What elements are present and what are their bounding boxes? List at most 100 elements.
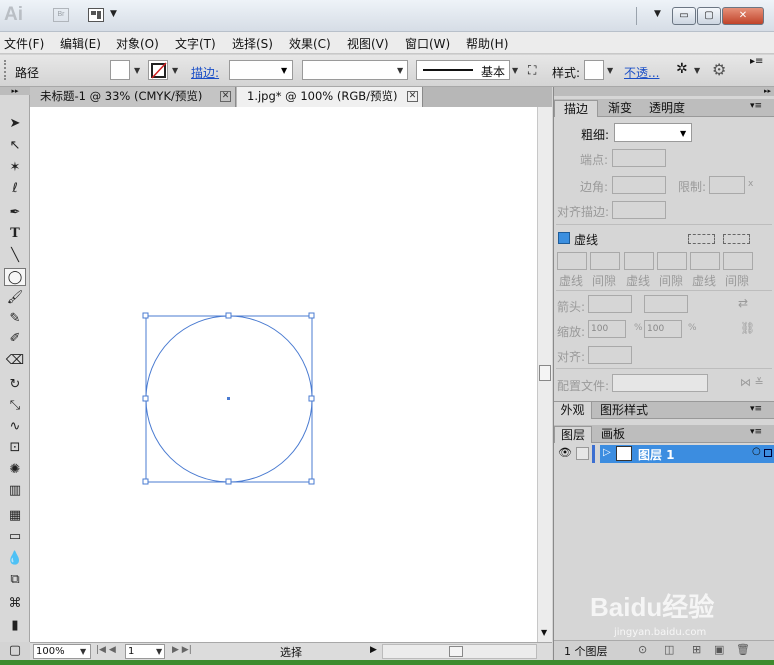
gap-field-1[interactable] — [590, 252, 620, 270]
vertical-scrollbar[interactable]: ▼ — [537, 107, 552, 642]
tab-graphic-styles[interactable]: 图形样式 — [594, 402, 654, 419]
tools-collapse-icon[interactable]: ▸▸ — [0, 87, 30, 95]
selected-ellipse[interactable] — [30, 107, 537, 642]
new-layer-icon[interactable]: ▣ — [714, 643, 724, 656]
gap-field-2[interactable] — [657, 252, 687, 270]
pencil-icon[interactable]: ✎ — [4, 310, 26, 328]
stroke-swatch[interactable] — [148, 60, 168, 80]
graph-tool-icon[interactable]: ▥ — [4, 482, 26, 500]
tab-layers[interactable]: 图层 — [554, 426, 592, 443]
menu-file[interactable]: 文件(F) — [4, 35, 44, 52]
arrow-align-buttons[interactable] — [588, 346, 632, 364]
brush-dropdown-icon[interactable]: ▼ — [512, 66, 518, 75]
workspace-dropdown-icon[interactable]: ▼ — [654, 9, 661, 19]
panel-menu-icon[interactable]: ▾≡ — [750, 101, 762, 111]
layer-highlight[interactable]: ▷ 图层 1 ○ — [600, 445, 774, 463]
direct-selection-tool-icon[interactable]: ↖ — [4, 137, 26, 155]
warp-tool-icon[interactable]: ∿ — [4, 418, 26, 436]
tab-stroke[interactable]: 描边 — [554, 100, 598, 117]
maximize-button[interactable]: ▢ — [697, 7, 721, 25]
flip-profile-icons[interactable]: ⋈ ≚ — [740, 376, 764, 389]
artboard-canvas[interactable] — [30, 107, 537, 642]
dash-field-3[interactable] — [690, 252, 720, 270]
tab-artboards[interactable]: 画板 — [594, 426, 632, 443]
symbol-tool-icon[interactable]: ⌘ — [4, 595, 26, 613]
next-artboard-icon[interactable]: ▶ ▶| — [172, 645, 192, 655]
eraser-icon[interactable]: ⌫ — [4, 352, 26, 370]
menu-type[interactable]: 文字(T) — [175, 35, 216, 52]
dashed-checkbox[interactable] — [558, 232, 570, 244]
minimize-button[interactable]: ▭ — [672, 7, 696, 25]
tab-close-icon[interactable]: ✕ — [220, 91, 231, 102]
arrange-dropdown-icon[interactable]: ▼ — [110, 9, 117, 19]
delete-layer-icon[interactable]: 🗑 — [736, 643, 750, 656]
stroke-dropdown-icon[interactable]: ▼ — [172, 66, 178, 75]
stroke-panel-link[interactable]: 描边: — [191, 64, 219, 81]
type-tool-icon[interactable]: T — [4, 225, 26, 243]
weight-dropdown-icon[interactable]: ▼ — [680, 129, 686, 138]
limit-field[interactable] — [709, 176, 745, 194]
appearance-menu-icon[interactable]: ▾≡ — [750, 404, 762, 414]
new-sublayer-icon[interactable]: ⊞ — [692, 643, 701, 656]
selection-tool-icon[interactable]: ➤ — [4, 115, 26, 133]
tab-untitled[interactable]: 未标题-1 @ 33% (CMYK/预览) ✕ — [30, 87, 236, 107]
mesh-tool-icon[interactable]: ▦ — [4, 507, 26, 525]
cap-buttons[interactable] — [612, 149, 666, 167]
menu-edit[interactable]: 编辑(E) — [60, 35, 101, 52]
artboard-dropdown-icon[interactable]: ▼ — [156, 647, 162, 656]
scale-tool-icon[interactable]: ⤡ — [4, 397, 26, 415]
recolor-dropdown-icon[interactable]: ▼ — [694, 66, 700, 75]
profile-select[interactable] — [612, 374, 708, 392]
visibility-eye-icon[interactable]: 👁 — [558, 446, 572, 459]
align-stroke-buttons[interactable] — [612, 201, 666, 219]
menu-help[interactable]: 帮助(H) — [466, 35, 508, 52]
control-menu-icon[interactable]: ▸≡ — [750, 56, 763, 67]
opacity-link[interactable]: 不透... — [624, 64, 659, 81]
lock-toggle[interactable] — [576, 447, 589, 460]
brush-field[interactable]: 基本 — [416, 60, 510, 80]
screen-mode-icon[interactable]: ▢ — [4, 642, 26, 660]
menu-select[interactable]: 选择(S) — [232, 35, 273, 52]
layer-name[interactable]: 图层 1 — [638, 446, 675, 463]
recolor-artwork-icon[interactable]: ✲ — [676, 61, 688, 77]
variable-width-dropdown-icon[interactable]: ▼ — [397, 66, 403, 75]
start-arrowhead-select[interactable] — [588, 295, 632, 313]
dash-field-2[interactable] — [624, 252, 654, 270]
blob-brush-icon[interactable]: ✐ — [4, 330, 26, 348]
first-artboard-icon[interactable]: |◀ ◀ — [96, 645, 116, 655]
tab-image[interactable]: 1.jpg* @ 100% (RGB/预览) ✕ — [237, 87, 423, 107]
gradient-tool-icon[interactable]: ▭ — [4, 528, 26, 546]
arrange-documents-icon[interactable] — [88, 8, 104, 22]
eyedropper-icon[interactable]: 💧 — [4, 550, 26, 568]
selection-square-icon[interactable] — [764, 449, 772, 457]
scroll-thumb[interactable] — [539, 365, 551, 381]
ellipse-tool-icon[interactable]: ◯ — [4, 268, 26, 286]
fill-swatch[interactable] — [110, 60, 130, 80]
layers-menu-icon[interactable]: ▾≡ — [750, 427, 762, 437]
scroll-down-icon[interactable]: ▼ — [541, 628, 547, 637]
tab-close-icon[interactable]: ✕ — [407, 91, 418, 102]
dash-corner-icon[interactable] — [688, 234, 715, 244]
symbol-sprayer-icon[interactable]: ✺ — [4, 461, 26, 479]
column-graph-icon[interactable]: ▮ — [4, 617, 26, 635]
dock-collapse-icon[interactable]: ▸▸ — [554, 87, 774, 96]
start-scale-field[interactable]: 100 — [588, 320, 626, 338]
free-transform-icon[interactable]: ⊡ — [4, 439, 26, 457]
fill-dropdown-icon[interactable]: ▼ — [134, 66, 140, 75]
layer-row[interactable]: 👁 ▷ 图层 1 ○ — [554, 445, 774, 463]
clipping-mask-icon[interactable]: ◫ — [664, 643, 674, 656]
magic-wand-icon[interactable]: ✶ — [4, 159, 26, 177]
menu-view[interactable]: 视图(V) — [347, 35, 389, 52]
gap-field-3[interactable] — [723, 252, 753, 270]
rotate-tool-icon[interactable]: ↻ — [4, 376, 26, 394]
graphic-style-icon[interactable]: ⛶ — [528, 63, 536, 78]
zoom-dropdown-icon[interactable]: ▼ — [80, 647, 86, 656]
tab-appearance[interactable]: 外观 — [554, 402, 592, 419]
close-button[interactable]: ✕ — [722, 7, 764, 25]
hscroll-thumb[interactable] — [449, 646, 463, 657]
line-tool-icon[interactable]: ╲ — [4, 247, 26, 265]
stroke-weight-dropdown-icon[interactable]: ▼ — [281, 66, 287, 75]
blend-tool-icon[interactable]: ⧉ — [4, 571, 26, 589]
end-scale-field[interactable]: 100 — [644, 320, 682, 338]
pen-tool-icon[interactable]: ✒ — [4, 204, 26, 222]
